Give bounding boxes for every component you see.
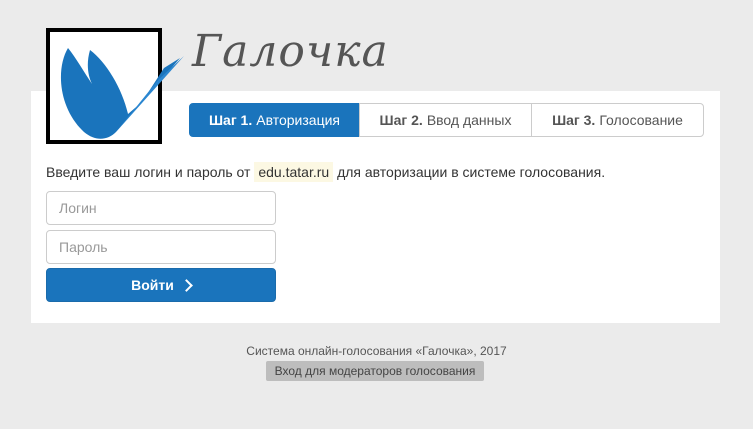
- step-number: Шаг 1.: [208, 112, 253, 128]
- login-button[interactable]: Войти: [46, 268, 276, 302]
- step-authorization[interactable]: Шаг 1. Авторизация: [189, 103, 360, 137]
- wizard-steps: Шаг 1. Авторизация Шаг 2. Ввод данных Ша…: [189, 103, 704, 137]
- step-label: Ввод данных: [426, 112, 512, 128]
- bird-checkmark-icon: [60, 48, 184, 139]
- brand-title: Галочка: [192, 26, 389, 77]
- moderator-login-link[interactable]: Вход для модераторов голосования: [266, 361, 484, 381]
- step-data-entry[interactable]: Шаг 2. Ввод данных: [359, 103, 532, 137]
- step-number: Шаг 2.: [379, 112, 423, 128]
- page: Галочка Шаг 1. Авторизация Шаг 2. Ввод д…: [0, 0, 753, 429]
- chevron-right-icon: [179, 278, 193, 292]
- intro-domain-highlight: edu.tatar.ru: [254, 162, 334, 182]
- step-label: Авторизация: [256, 112, 340, 128]
- password-input[interactable]: [46, 230, 276, 264]
- step-voting[interactable]: Шаг 3. Голосование: [531, 103, 704, 137]
- step-label: Голосование: [599, 112, 683, 128]
- intro-after: для авторизации в системе голосования.: [337, 164, 606, 180]
- login-button-label: Войти: [131, 277, 174, 293]
- footer-copyright: Система онлайн-голосования «Галочка», 20…: [246, 344, 507, 358]
- step-number: Шаг 3.: [552, 112, 596, 128]
- login-input[interactable]: [46, 191, 276, 225]
